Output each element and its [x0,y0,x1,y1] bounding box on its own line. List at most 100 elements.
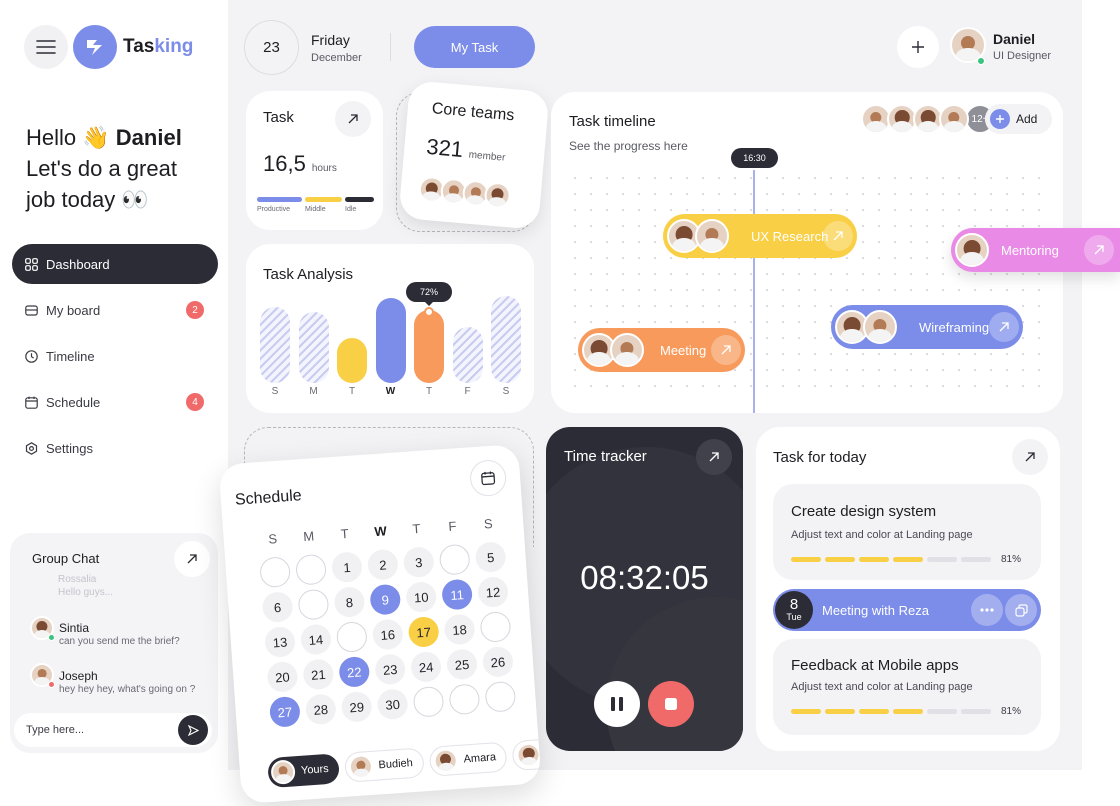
copy-button[interactable] [1005,594,1037,626]
filter-yours[interactable]: Yours [267,753,340,789]
calendar-day[interactable]: 3 [402,546,435,579]
calendar-day[interactable]: 25 [446,648,479,681]
calendar-day[interactable]: 12 [477,576,510,609]
calendar-day[interactable] [297,588,330,621]
task-card-open-button[interactable] [335,101,371,137]
assignee-avatar [955,233,989,267]
header-divider [390,33,391,61]
member-avatar [939,104,969,134]
calendar-day[interactable]: 8 [333,586,366,619]
calendar-day[interactable] [295,553,328,586]
filter-avatar [516,742,542,768]
analysis-bar-5[interactable] [452,327,483,383]
stop-button[interactable] [648,681,694,727]
calendar-day[interactable]: 17 [407,615,440,648]
filter-amara[interactable]: Amara [428,741,509,777]
weekday-label: S [267,530,278,547]
pause-button[interactable] [594,681,640,727]
calendar-day[interactable]: 26 [481,645,514,678]
chat-input[interactable]: Type here... [14,713,212,747]
arrow-up-right-icon [348,114,358,124]
nav-my-board[interactable]: My board 2 [12,290,218,330]
add-button[interactable] [897,26,939,68]
calendar-day[interactable]: 20 [266,660,299,693]
task-pill-mentoring[interactable]: Mentoring [951,228,1120,272]
weekday-label: T [340,525,350,542]
calendar-day[interactable]: 13 [264,626,297,659]
calendar-day[interactable]: 24 [410,650,443,683]
calendar-day[interactable]: 6 [261,591,294,624]
analysis-day-label: S [502,386,510,397]
calendar-day[interactable]: 16 [371,618,404,651]
team-avatars [417,175,512,210]
current-time-badge: 16:30 [731,148,778,168]
task-pill-ux-research[interactable]: UX Research [663,214,857,258]
arrow-up-right-icon [187,554,197,564]
online-dot [977,57,985,65]
meeting-item[interactable]: 8 Tue Meeting with Reza [773,589,1041,631]
arrow-up-right-icon [711,335,741,365]
calendar-day[interactable]: 22 [338,655,371,688]
calendar-day[interactable]: 5 [474,541,507,574]
nav-timeline[interactable]: Timeline [12,336,218,376]
calendar-day[interactable] [259,556,292,589]
more-icon [980,608,994,612]
filter-budieh[interactable]: Budieh [343,747,425,783]
more-options-button[interactable] [971,594,1003,626]
add-member-button[interactable]: Add [985,104,1052,134]
nav-dashboard[interactable]: Dashboard [12,244,218,284]
calendar-day[interactable]: 29 [340,690,373,723]
calendar-day[interactable]: 30 [376,688,409,721]
task-for-today-card: Task for today Create design system Adju… [756,427,1060,751]
core-teams-card[interactable]: Core teams 321 member [398,80,550,230]
progress-segment [859,557,889,562]
progress-segment [961,557,991,562]
calendar-day[interactable] [335,620,368,654]
arrow-up-right-icon [1084,235,1114,265]
send-button[interactable] [178,715,208,745]
analysis-bar-1[interactable] [298,312,329,383]
task-pill-meeting[interactable]: Meeting [578,328,745,372]
analysis-bar-6[interactable] [491,296,521,383]
group-chat-open-button[interactable] [174,541,210,577]
calendar-day[interactable] [484,680,517,713]
task-legend: Productive Middle Idle [257,197,374,213]
menu-button[interactable] [24,25,68,69]
calendar-day[interactable]: 11 [441,578,474,611]
date-label: Friday December [311,32,362,64]
date-circle[interactable]: 23 [244,20,299,75]
brand-logo[interactable]: Tasking [73,25,193,69]
calendar-day[interactable]: 23 [374,653,407,686]
task-for-today-open-button[interactable] [1012,439,1048,475]
my-task-button[interactable]: My Task [414,26,535,68]
calendar-day[interactable]: 21 [302,658,335,691]
calendar-day[interactable] [448,683,481,716]
analysis-bar-2[interactable] [337,338,367,383]
calendar-day[interactable]: 9 [369,583,402,616]
calendar-day[interactable]: 18 [443,613,476,646]
schedule-card: Schedule S M T W T F S 1 2 3 5 6 8 9 10 11 12 13 14 16 17 18 2… [218,443,542,805]
calendar-day[interactable]: 28 [304,693,337,726]
nav-schedule[interactable]: Schedule 4 [12,382,218,422]
analysis-bar-0[interactable] [260,307,290,383]
calendar-day[interactable]: 1 [330,551,363,584]
analysis-bar-3[interactable] [375,298,406,383]
calendar-day[interactable]: 27 [268,695,301,728]
calendar-day[interactable] [479,610,512,643]
online-dot [48,634,55,641]
calendar-day[interactable]: 2 [366,548,399,581]
calendar-day[interactable]: 14 [299,623,332,656]
calendar-day[interactable] [438,543,471,576]
time-tracker-open-button[interactable] [696,439,732,475]
team-member-avatar [483,181,512,210]
task-pill-wireframing[interactable]: Wireframing [831,305,1023,349]
user-info: Daniel UI Designer [993,31,1052,62]
nav-settings[interactable]: Settings [12,428,218,468]
chat-message: Sintia can you send me the brief? [59,621,180,647]
today-task-item[interactable]: Feedback at Mobile apps Adjust text and … [773,639,1041,735]
calendar-day[interactable]: 10 [405,581,438,614]
analysis-bar-4[interactable] [414,307,444,383]
filter-more[interactable]: Yo [511,737,542,772]
calendar-day[interactable] [412,685,445,718]
today-task-item[interactable]: Create design system Adjust text and col… [773,484,1041,580]
